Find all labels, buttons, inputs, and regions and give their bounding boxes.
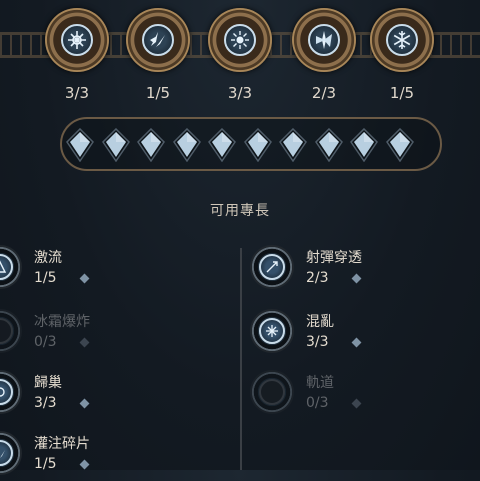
talent-orbit[interactable]: 軌道 0/3 <box>250 370 430 420</box>
talent-rank: 3/3 <box>34 395 57 411</box>
talent-name: 灌注碎片 <box>34 436 90 452</box>
specialty-point-pip <box>208 127 236 163</box>
snowflake-icon <box>386 24 418 56</box>
rank-diamond-icon <box>351 398 362 409</box>
rank-diamond-icon <box>79 459 90 470</box>
talent-rank: 3/3 <box>306 334 329 350</box>
talent-name: 激流 <box>34 250 62 266</box>
talent-icon <box>0 431 22 475</box>
specialty-point-pip <box>172 127 201 163</box>
specialty-point-pip <box>66 127 94 163</box>
rank-diamond-icon <box>79 273 90 284</box>
talent-tree-4-button[interactable] <box>292 8 356 72</box>
specialty-point-pip <box>314 127 343 163</box>
talent-icon <box>250 245 294 289</box>
specialty-point-pip <box>350 127 378 163</box>
talent-tree-2-button[interactable] <box>126 8 190 72</box>
section-title: 可用專長 <box>210 203 270 219</box>
rank-diamond-icon <box>79 337 90 348</box>
talent-torrent[interactable]: 激流 1/5 <box>0 245 148 295</box>
tree-1-count: 3/3 <box>64 84 90 102</box>
talent-name: 歸巢 <box>34 375 62 391</box>
specialty-point-pip <box>385 127 414 163</box>
specialty-point-pip <box>279 127 307 163</box>
specialty-point-pip <box>137 127 165 163</box>
talent-icon <box>0 245 22 289</box>
talent-homing[interactable]: 歸巢 3/3 <box>0 370 148 420</box>
talent-frost-explosion[interactable]: 冰霜爆炸 0/3 <box>0 309 148 359</box>
tree-2-count: 1/5 <box>145 84 171 102</box>
talent-tree-1-button[interactable] <box>45 8 109 72</box>
rank-diamond-icon <box>351 337 362 348</box>
specialty-point-pip <box>243 127 272 163</box>
talent-icon <box>250 309 294 353</box>
talent-icon <box>250 370 294 414</box>
talent-rank: 2/3 <box>306 270 329 286</box>
ice-spikes-icon <box>308 24 340 56</box>
specialty-point-pip <box>101 127 130 163</box>
talent-rank: 1/5 <box>34 270 57 286</box>
ice-shards-icon <box>142 24 174 56</box>
talent-rank: 0/3 <box>34 334 57 350</box>
talent-name: 冰霜爆炸 <box>34 314 90 330</box>
column-divider <box>240 248 242 470</box>
tree-3-count: 3/3 <box>227 84 253 102</box>
talent-name: 混亂 <box>306 314 334 330</box>
talent-icon <box>0 309 22 353</box>
talent-tree-3-button[interactable] <box>208 8 272 72</box>
talent-chaos[interactable]: 混亂 3/3 <box>250 309 430 359</box>
rank-diamond-icon <box>79 398 90 409</box>
tree-4-count: 2/3 <box>311 84 337 102</box>
talent-tree-5-button[interactable] <box>370 8 434 72</box>
snowflake-wheel-icon <box>61 24 93 56</box>
rank-diamond-icon <box>351 273 362 284</box>
talent-projectile-pierce[interactable]: 射彈穿透 2/3 <box>250 245 430 295</box>
talent-icon <box>0 370 22 414</box>
frost-burst-icon <box>224 24 256 56</box>
talent-name: 軌道 <box>306 375 334 391</box>
talent-infused-shards[interactable]: 灌注碎片 1/5 <box>0 431 148 481</box>
talent-rank: 0/3 <box>306 395 329 411</box>
tree-5-count: 1/5 <box>389 84 415 102</box>
talent-name: 射彈穿透 <box>306 250 362 266</box>
